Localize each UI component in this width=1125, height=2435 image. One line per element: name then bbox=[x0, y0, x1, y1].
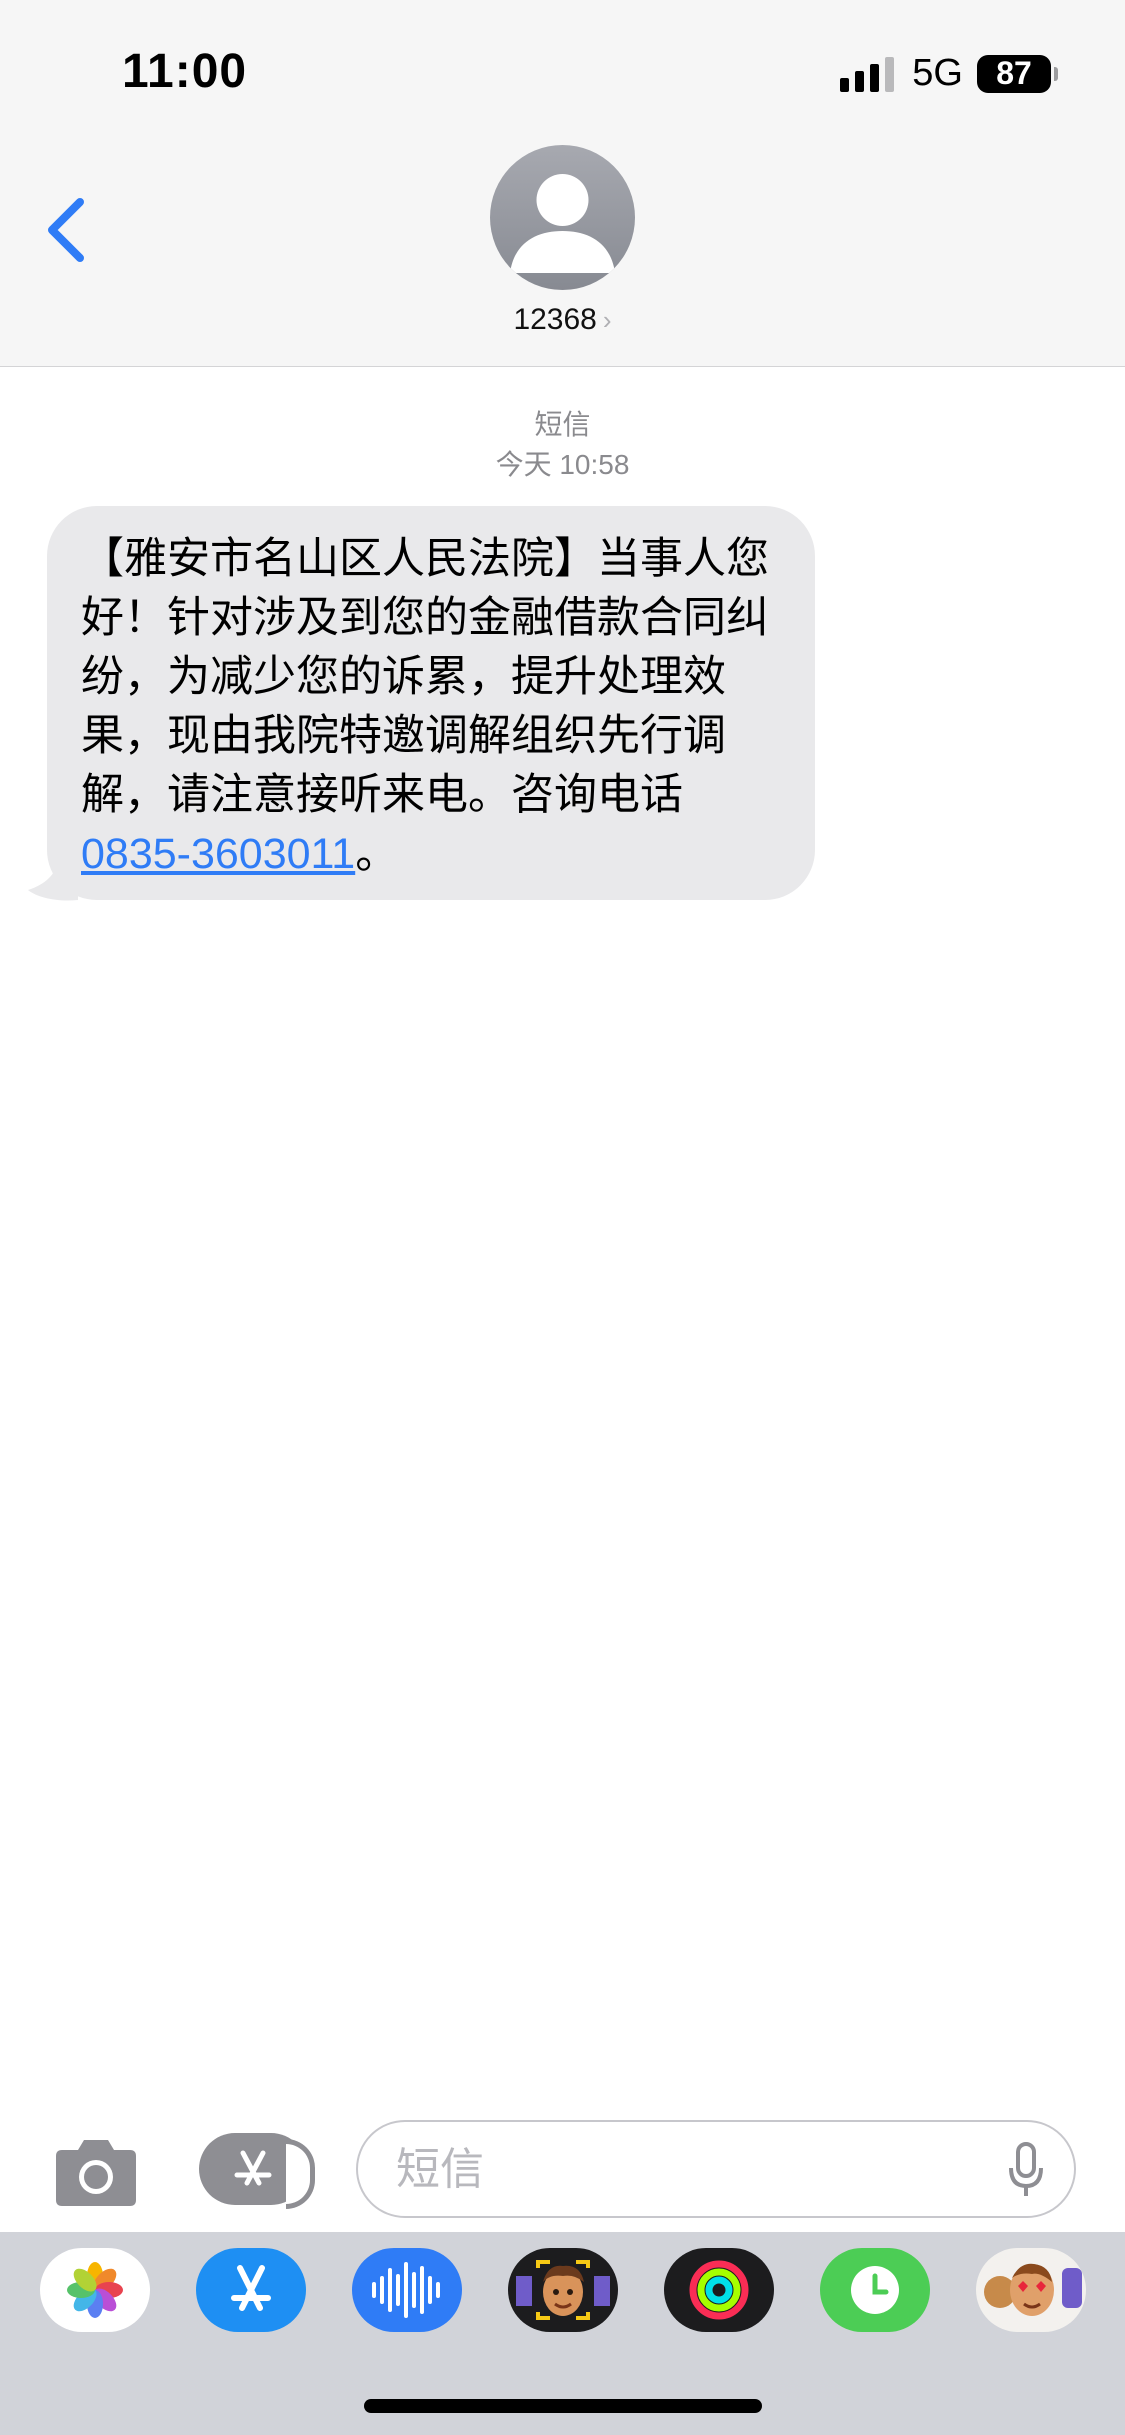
waveform-icon bbox=[372, 2262, 440, 2318]
battery-icon: 87 bbox=[977, 54, 1058, 93]
memoji-app-icon[interactable] bbox=[508, 2248, 618, 2332]
memoji-face-icon bbox=[516, 2260, 610, 2320]
signal-strength-icon bbox=[840, 56, 895, 92]
service-label: 短信 bbox=[534, 409, 591, 440]
message-input[interactable] bbox=[394, 2136, 958, 2204]
stickers-app-icon[interactable] bbox=[976, 2248, 1086, 2332]
apps-button-edge bbox=[286, 2139, 315, 2209]
voice-memo-app-icon[interactable] bbox=[352, 2248, 462, 2332]
clock-app-icon[interactable] bbox=[820, 2248, 930, 2332]
app-store-icon bbox=[234, 2150, 272, 2186]
chevron-right-icon: › bbox=[602, 305, 612, 335]
clock-icon bbox=[851, 2266, 899, 2314]
incoming-message-bubble[interactable]: 【雅安市名山区人民法院】当事人您好！针对涉及到您的金融借款合同纠纷，为减少您的诉… bbox=[47, 506, 815, 900]
battery-level: 87 bbox=[996, 55, 1032, 91]
status-time: 11:00 bbox=[122, 45, 248, 98]
contact-name[interactable]: 12368 › bbox=[0, 303, 1125, 337]
message-input-field[interactable] bbox=[356, 2120, 1076, 2218]
app-store-a-icon bbox=[231, 2265, 271, 2311]
fitness-app-icon[interactable] bbox=[664, 2248, 774, 2332]
photos-app-icon[interactable] bbox=[40, 2248, 150, 2332]
microphone-icon[interactable] bbox=[1006, 2140, 1046, 2200]
message-meta: 短信 今天 10:58 bbox=[0, 405, 1125, 485]
phone-number-link[interactable]: 0835-3603011 bbox=[81, 830, 355, 878]
activity-rings-icon bbox=[689, 2260, 749, 2320]
photos-flower-icon bbox=[67, 2262, 123, 2318]
back-chevron-icon[interactable] bbox=[40, 190, 100, 270]
camera-icon[interactable] bbox=[52, 2134, 140, 2208]
status-indicators: 5G 87 bbox=[840, 52, 1058, 95]
home-indicator[interactable] bbox=[364, 2399, 762, 2413]
network-type: 5G bbox=[912, 52, 963, 94]
contact-avatar[interactable] bbox=[490, 145, 635, 290]
memoji-stickers-icon bbox=[984, 2263, 1082, 2316]
person-silhouette-icon bbox=[510, 174, 615, 273]
message-text: 【雅安市名山区人民法院】当事人您好！针对涉及到您的金融借款合同纠纷，为减少您的诉… bbox=[81, 535, 769, 819]
message-timestamp: 今天 10:58 bbox=[495, 449, 630, 480]
navigation-header: 11:00 5G 87 12368 › bbox=[0, 0, 1125, 367]
contact-number: 12368 bbox=[513, 303, 597, 336]
app-store-button[interactable] bbox=[199, 2133, 315, 2209]
message-text-end: 。 bbox=[355, 830, 399, 878]
app-store-app-icon[interactable] bbox=[196, 2248, 306, 2332]
